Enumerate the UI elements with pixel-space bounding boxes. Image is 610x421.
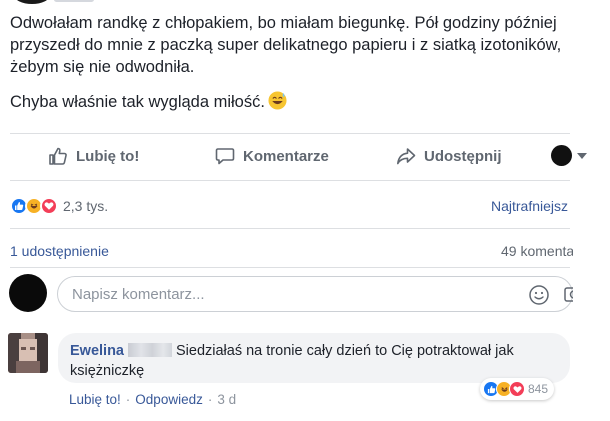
divider-stats [10,228,570,229]
comment-input-placeholder: Napisz komentarz... [72,285,205,303]
comment-timestamp[interactable]: 3 d [217,392,236,407]
comments-count-link[interactable]: 49 komentarzy [501,243,573,259]
camera-icon[interactable] [563,284,573,304]
composer-avatar [9,274,47,312]
caret-down-icon[interactable] [577,153,587,159]
post-actions-bar: Lubię to! Komentarze Udostępnij [0,138,600,174]
post-body: Odwołałam randkę z chłopakiem, bo miałam… [10,12,602,129]
separator-dot: · [125,392,131,407]
like-button-label: Lubię to! [76,147,140,165]
comment-author-link[interactable]: Ewelina [70,343,124,359]
comment-button-label: Komentarze [243,147,329,165]
comment-reply-link[interactable]: Odpowiedz [135,392,203,407]
commenter-avatar[interactable] [8,333,48,373]
comment-reaction-count: 845 [528,382,549,396]
comment-like-link[interactable]: Lubię to! [69,392,121,407]
like-button[interactable]: Lubię to! [48,138,139,174]
poster-avatar[interactable] [14,0,50,4]
comment-love-reaction-icon [509,381,525,397]
comment-reactions[interactable]: 845 [480,378,555,400]
divider-actions [10,180,570,181]
emoji-picker-icon[interactable] [528,284,550,311]
share-button-label: Udostępnij [424,147,502,165]
post-paragraph-2: Chyba właśnie tak wygląda miłość. [10,91,602,116]
poster-name-sliver [54,0,94,2]
divider-composer [10,267,570,268]
share-button[interactable]: Udostępnij [396,138,502,174]
comment-input[interactable]: Napisz komentarz... [57,276,573,312]
comment-actions: Lubię to! · Odpowiedz · 3 d [69,392,236,407]
separator-dot: · [207,392,213,407]
divider-top [10,133,570,134]
comment-bubble: Ewelina Siedziałaś na tronie cały dzień t… [58,333,570,383]
speech-bubble-icon [215,148,235,165]
reaction-count[interactable]: 2,3 tys. [63,198,108,214]
comment-button[interactable]: Komentarze [215,138,329,174]
thumbs-up-icon [49,147,67,165]
reactions-summary[interactable]: 2,3 tys. [10,195,108,217]
share-arrow-icon [397,148,416,165]
love-reaction-icon [40,197,58,215]
comment-sort-dropdown[interactable]: Najtrafniejsz [491,198,568,214]
post-paragraph-1: Odwołałam randkę z chłopakiem, bo miałam… [10,14,562,76]
grinning-sweat-emoji-icon [268,91,287,116]
post-paragraph-2-text: Chyba właśnie tak wygląda miłość. [10,93,265,111]
viewer-avatar[interactable] [551,145,572,166]
blurred-surname [128,343,172,357]
shares-count-link[interactable]: 1 udostępnienie [10,243,109,259]
